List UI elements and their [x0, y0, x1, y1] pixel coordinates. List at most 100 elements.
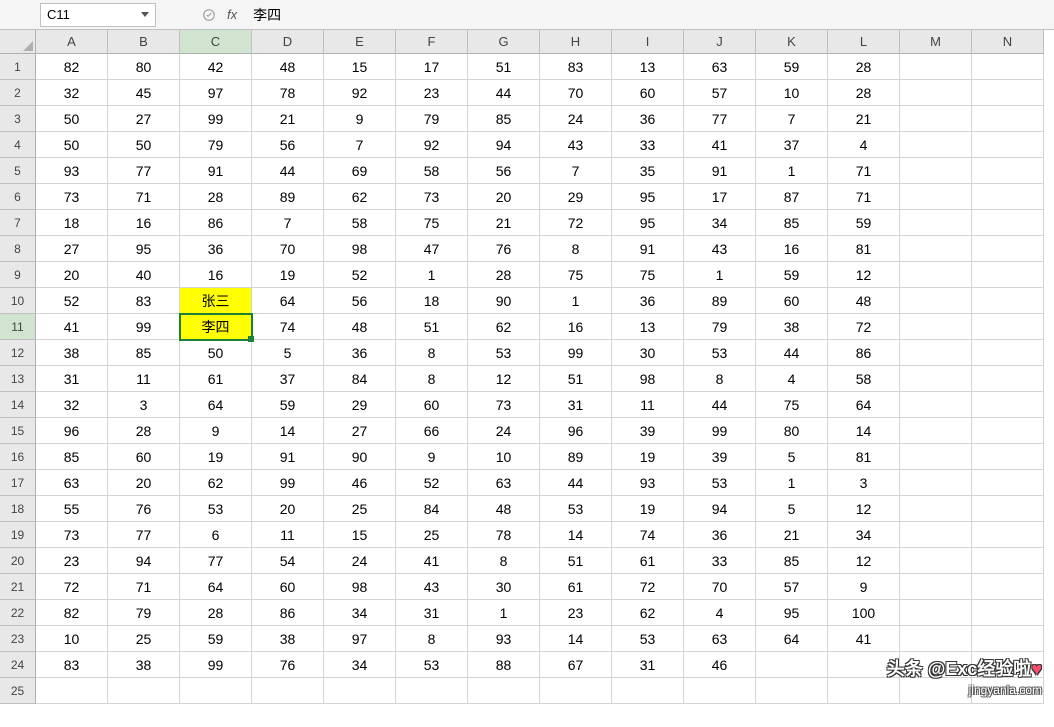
cell-J19[interactable]: 36	[684, 522, 756, 548]
cell-M15[interactable]	[900, 418, 972, 444]
cell-A1[interactable]: 82	[36, 54, 108, 80]
cell-J6[interactable]: 17	[684, 184, 756, 210]
cell-F1[interactable]: 17	[396, 54, 468, 80]
cell-K11[interactable]: 38	[756, 314, 828, 340]
cell-M4[interactable]	[900, 132, 972, 158]
row-header-13[interactable]: 13	[0, 366, 36, 392]
cell-G5[interactable]: 56	[468, 158, 540, 184]
cell-F17[interactable]: 52	[396, 470, 468, 496]
cell-H15[interactable]: 96	[540, 418, 612, 444]
cell-B12[interactable]: 85	[108, 340, 180, 366]
cell-E23[interactable]: 97	[324, 626, 396, 652]
cell-I10[interactable]: 36	[612, 288, 684, 314]
row-header-1[interactable]: 1	[0, 54, 36, 80]
cell-N11[interactable]	[972, 314, 1044, 340]
row-header-7[interactable]: 7	[0, 210, 36, 236]
cell-A4[interactable]: 50	[36, 132, 108, 158]
cell-A13[interactable]: 31	[36, 366, 108, 392]
cell-M23[interactable]	[900, 626, 972, 652]
cell-F3[interactable]: 79	[396, 106, 468, 132]
cell-M3[interactable]	[900, 106, 972, 132]
cell-K3[interactable]: 7	[756, 106, 828, 132]
cell-L22[interactable]: 100	[828, 600, 900, 626]
column-header-J[interactable]: J	[684, 30, 756, 54]
cell-L21[interactable]: 9	[828, 574, 900, 600]
cell-B11[interactable]: 99	[108, 314, 180, 340]
cell-C16[interactable]: 19	[180, 444, 252, 470]
cell-A22[interactable]: 82	[36, 600, 108, 626]
cell-I22[interactable]: 62	[612, 600, 684, 626]
cell-D6[interactable]: 89	[252, 184, 324, 210]
cell-D12[interactable]: 5	[252, 340, 324, 366]
cell-H19[interactable]: 14	[540, 522, 612, 548]
cell-N9[interactable]	[972, 262, 1044, 288]
cell-F8[interactable]: 47	[396, 236, 468, 262]
cell-E18[interactable]: 25	[324, 496, 396, 522]
cell-D9[interactable]: 19	[252, 262, 324, 288]
cell-D22[interactable]: 86	[252, 600, 324, 626]
cell-M6[interactable]	[900, 184, 972, 210]
cell-K13[interactable]: 4	[756, 366, 828, 392]
cell-A14[interactable]: 32	[36, 392, 108, 418]
cell-D10[interactable]: 64	[252, 288, 324, 314]
cell-H24[interactable]: 67	[540, 652, 612, 678]
cell-I17[interactable]: 93	[612, 470, 684, 496]
column-header-K[interactable]: K	[756, 30, 828, 54]
cell-G25[interactable]	[468, 678, 540, 704]
cell-F5[interactable]: 58	[396, 158, 468, 184]
cell-G1[interactable]: 51	[468, 54, 540, 80]
cell-M20[interactable]	[900, 548, 972, 574]
cell-C15[interactable]: 9	[180, 418, 252, 444]
cell-J3[interactable]: 77	[684, 106, 756, 132]
cell-C7[interactable]: 86	[180, 210, 252, 236]
cell-J16[interactable]: 39	[684, 444, 756, 470]
cell-B18[interactable]: 76	[108, 496, 180, 522]
cell-F11[interactable]: 51	[396, 314, 468, 340]
row-header-10[interactable]: 10	[0, 288, 36, 314]
cell-N5[interactable]	[972, 158, 1044, 184]
cell-B17[interactable]: 20	[108, 470, 180, 496]
cell-K24[interactable]	[756, 652, 828, 678]
cell-I15[interactable]: 39	[612, 418, 684, 444]
row-header-25[interactable]: 25	[0, 678, 36, 704]
cell-A7[interactable]: 18	[36, 210, 108, 236]
cell-K7[interactable]: 85	[756, 210, 828, 236]
cell-B22[interactable]: 79	[108, 600, 180, 626]
row-header-16[interactable]: 16	[0, 444, 36, 470]
cell-L2[interactable]: 28	[828, 80, 900, 106]
cell-I9[interactable]: 75	[612, 262, 684, 288]
cell-E14[interactable]: 29	[324, 392, 396, 418]
cell-B2[interactable]: 45	[108, 80, 180, 106]
column-header-M[interactable]: M	[900, 30, 972, 54]
cell-I12[interactable]: 30	[612, 340, 684, 366]
column-header-H[interactable]: H	[540, 30, 612, 54]
cell-C3[interactable]: 99	[180, 106, 252, 132]
cell-M12[interactable]	[900, 340, 972, 366]
cell-L4[interactable]: 4	[828, 132, 900, 158]
cell-B23[interactable]: 25	[108, 626, 180, 652]
cell-H21[interactable]: 61	[540, 574, 612, 600]
cell-F12[interactable]: 8	[396, 340, 468, 366]
cell-B9[interactable]: 40	[108, 262, 180, 288]
cell-N3[interactable]	[972, 106, 1044, 132]
cell-G14[interactable]: 73	[468, 392, 540, 418]
cell-F16[interactable]: 9	[396, 444, 468, 470]
cell-C21[interactable]: 64	[180, 574, 252, 600]
cell-C22[interactable]: 28	[180, 600, 252, 626]
cell-G11[interactable]: 62	[468, 314, 540, 340]
cell-B16[interactable]: 60	[108, 444, 180, 470]
cell-B10[interactable]: 83	[108, 288, 180, 314]
cell-B7[interactable]: 16	[108, 210, 180, 236]
cell-H3[interactable]: 24	[540, 106, 612, 132]
cell-A24[interactable]: 83	[36, 652, 108, 678]
cell-J4[interactable]: 41	[684, 132, 756, 158]
cell-K10[interactable]: 60	[756, 288, 828, 314]
cell-G21[interactable]: 30	[468, 574, 540, 600]
cell-K5[interactable]: 1	[756, 158, 828, 184]
cell-L3[interactable]: 21	[828, 106, 900, 132]
column-header-I[interactable]: I	[612, 30, 684, 54]
cell-H20[interactable]: 51	[540, 548, 612, 574]
cell-G12[interactable]: 53	[468, 340, 540, 366]
fx-icon[interactable]: fx	[227, 7, 237, 22]
cell-B24[interactable]: 38	[108, 652, 180, 678]
